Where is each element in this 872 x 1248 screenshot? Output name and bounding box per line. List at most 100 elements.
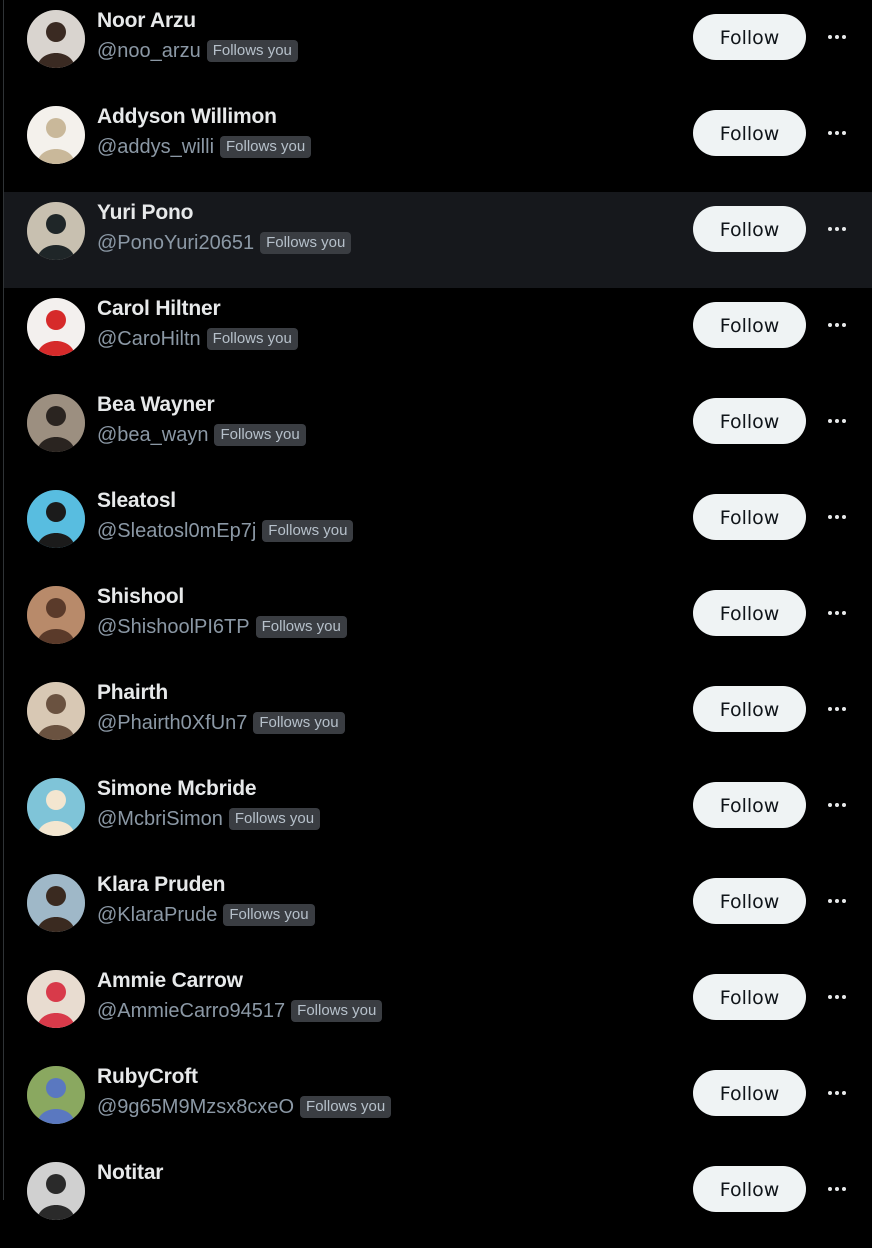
follow-button[interactable]: Follow bbox=[693, 14, 806, 60]
display-name[interactable]: Phairth bbox=[97, 680, 672, 706]
follow-button[interactable]: Follow bbox=[693, 494, 806, 540]
display-name[interactable]: Shishool bbox=[97, 584, 672, 610]
more-options-icon[interactable] bbox=[820, 22, 854, 52]
user-handle[interactable]: @9g65M9Mzsx8cxeO bbox=[97, 1095, 294, 1119]
user-row[interactable]: Noor Arzu @noo_arzu Follows you Follow bbox=[4, 0, 872, 96]
more-options-icon[interactable] bbox=[820, 406, 854, 436]
user-handle[interactable]: @Sleatosl0mEp7j bbox=[97, 519, 256, 543]
user-row[interactable]: Ammie Carrow @AmmieCarro94517 Follows yo… bbox=[4, 960, 872, 1056]
follow-button[interactable]: Follow bbox=[693, 974, 806, 1020]
avatar[interactable] bbox=[27, 778, 85, 836]
more-options-icon[interactable] bbox=[820, 790, 854, 820]
user-handle[interactable]: @ShishoolPI6TP bbox=[97, 615, 250, 639]
follow-button[interactable]: Follow bbox=[693, 782, 806, 828]
handle-line: @AmmieCarro94517 Follows you bbox=[97, 999, 672, 1023]
handle-line: @addys_willi Follows you bbox=[97, 135, 672, 159]
user-info: Sleatosl @Sleatosl0mEp7j Follows you bbox=[97, 488, 672, 543]
handle-line: @McbriSimon Follows you bbox=[97, 807, 672, 831]
follows-you-badge: Follows you bbox=[262, 520, 354, 542]
follows-you-badge: Follows you bbox=[291, 1000, 383, 1022]
user-handle[interactable]: @McbriSimon bbox=[97, 807, 223, 831]
follow-button[interactable]: Follow bbox=[693, 1070, 806, 1116]
follows-you-badge: Follows you bbox=[300, 1096, 392, 1118]
user-info: RubyCroft @9g65M9Mzsx8cxeO Follows you bbox=[97, 1064, 672, 1119]
avatar[interactable] bbox=[27, 682, 85, 740]
display-name[interactable]: Noor Arzu bbox=[97, 8, 672, 34]
follows-you-badge: Follows you bbox=[206, 328, 298, 350]
user-handle[interactable]: @AmmieCarro94517 bbox=[97, 999, 285, 1023]
handle-line: @bea_wayn Follows you bbox=[97, 423, 672, 447]
more-options-icon[interactable] bbox=[820, 118, 854, 148]
user-row[interactable]: Sleatosl @Sleatosl0mEp7j Follows you Fol… bbox=[4, 480, 872, 576]
user-handle[interactable]: @CaroHiltn bbox=[97, 327, 201, 351]
user-info: Bea Wayner @bea_wayn Follows you bbox=[97, 392, 672, 447]
more-options-icon[interactable] bbox=[820, 598, 854, 628]
user-info: Yuri Pono @PonoYuri20651 Follows you bbox=[97, 200, 672, 255]
user-handle[interactable]: @noo_arzu bbox=[97, 39, 201, 63]
display-name[interactable]: Addyson Willimon bbox=[97, 104, 672, 130]
follows-you-badge: Follows you bbox=[220, 136, 312, 158]
user-row[interactable]: Klara Pruden @KlaraPrude Follows you Fol… bbox=[4, 864, 872, 960]
avatar[interactable] bbox=[27, 970, 85, 1028]
user-row[interactable]: Bea Wayner @bea_wayn Follows you Follow bbox=[4, 384, 872, 480]
user-info: Phairth @Phairth0XfUn7 Follows you bbox=[97, 680, 672, 735]
more-options-icon[interactable] bbox=[820, 1078, 854, 1108]
more-options-icon[interactable] bbox=[820, 502, 854, 532]
user-handle[interactable]: @Phairth0XfUn7 bbox=[97, 711, 247, 735]
user-row[interactable]: RubyCroft @9g65M9Mzsx8cxeO Follows you F… bbox=[4, 1056, 872, 1152]
user-info: Simone Mcbride @McbriSimon Follows you bbox=[97, 776, 672, 831]
avatar[interactable] bbox=[27, 874, 85, 932]
follows-you-badge: Follows you bbox=[255, 616, 347, 638]
user-info: Addyson Willimon @addys_willi Follows yo… bbox=[97, 104, 672, 159]
avatar[interactable] bbox=[27, 106, 85, 164]
follows-you-badge: Follows you bbox=[253, 712, 345, 734]
display-name[interactable]: Bea Wayner bbox=[97, 392, 672, 418]
user-row[interactable]: Yuri Pono @PonoYuri20651 Follows you Fol… bbox=[4, 192, 872, 288]
user-row[interactable]: Simone Mcbride @McbriSimon Follows you F… bbox=[4, 768, 872, 864]
follow-button[interactable]: Follow bbox=[693, 110, 806, 156]
avatar[interactable] bbox=[27, 298, 85, 356]
avatar[interactable] bbox=[27, 394, 85, 452]
user-handle[interactable]: @KlaraPrude bbox=[97, 903, 217, 927]
display-name[interactable]: Sleatosl bbox=[97, 488, 672, 514]
follow-button[interactable]: Follow bbox=[693, 398, 806, 444]
user-row[interactable]: Shishool @ShishoolPI6TP Follows you Foll… bbox=[4, 576, 872, 672]
more-options-icon[interactable] bbox=[820, 694, 854, 724]
user-info: Notitar bbox=[97, 1160, 672, 1191]
follow-button[interactable]: Follow bbox=[693, 686, 806, 732]
user-info: Shishool @ShishoolPI6TP Follows you bbox=[97, 584, 672, 639]
follow-button[interactable]: Follow bbox=[693, 206, 806, 252]
avatar[interactable] bbox=[27, 1066, 85, 1124]
display-name[interactable]: Klara Pruden bbox=[97, 872, 672, 898]
user-row[interactable]: Addyson Willimon @addys_willi Follows yo… bbox=[4, 96, 872, 192]
more-options-icon[interactable] bbox=[820, 982, 854, 1012]
avatar[interactable] bbox=[27, 586, 85, 644]
display-name[interactable]: Carol Hiltner bbox=[97, 296, 672, 322]
more-options-icon[interactable] bbox=[820, 886, 854, 916]
display-name[interactable]: Ammie Carrow bbox=[97, 968, 672, 994]
avatar[interactable] bbox=[27, 490, 85, 548]
follows-you-badge: Follows you bbox=[260, 232, 352, 254]
follow-button[interactable]: Follow bbox=[693, 1166, 806, 1212]
user-row[interactable]: Carol Hiltner @CaroHiltn Follows you Fol… bbox=[4, 288, 872, 384]
display-name[interactable]: Yuri Pono bbox=[97, 200, 672, 226]
handle-line: @noo_arzu Follows you bbox=[97, 39, 672, 63]
handle-line: @9g65M9Mzsx8cxeO Follows you bbox=[97, 1095, 672, 1119]
more-options-icon[interactable] bbox=[820, 310, 854, 340]
display-name[interactable]: RubyCroft bbox=[97, 1064, 672, 1090]
display-name[interactable]: Simone Mcbride bbox=[97, 776, 672, 802]
follow-button[interactable]: Follow bbox=[693, 878, 806, 924]
avatar[interactable] bbox=[27, 1162, 85, 1220]
follow-button[interactable]: Follow bbox=[693, 302, 806, 348]
follows-you-badge: Follows you bbox=[223, 904, 315, 926]
avatar[interactable] bbox=[27, 202, 85, 260]
user-row[interactable]: Phairth @Phairth0XfUn7 Follows you Follo… bbox=[4, 672, 872, 768]
user-handle[interactable]: @addys_willi bbox=[97, 135, 214, 159]
user-handle[interactable]: @bea_wayn bbox=[97, 423, 208, 447]
more-options-icon[interactable] bbox=[820, 214, 854, 244]
display-name[interactable]: Notitar bbox=[97, 1160, 672, 1186]
user-handle[interactable]: @PonoYuri20651 bbox=[97, 231, 254, 255]
follow-button[interactable]: Follow bbox=[693, 590, 806, 636]
avatar[interactable] bbox=[27, 10, 85, 68]
user-row[interactable]: Notitar Follow bbox=[4, 1152, 872, 1248]
